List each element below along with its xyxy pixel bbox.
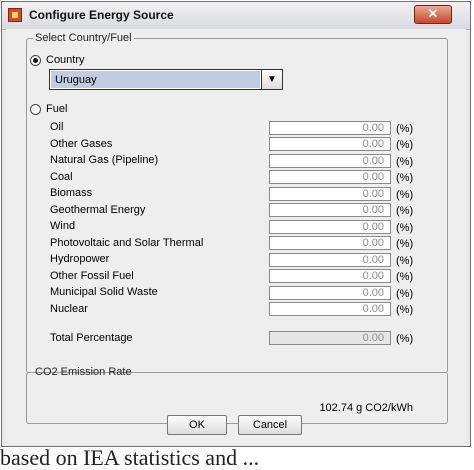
select-group-legend: Select Country/Fuel: [35, 32, 132, 44]
fuel-label-natural-gas: Natural Gas (Pipeline): [50, 154, 159, 166]
page-caption: based on IEA statistics and ...: [0, 448, 260, 470]
fuel-label-other-fossil: Other Fossil Fuel: [50, 270, 134, 282]
app-icon: [8, 8, 22, 22]
fuel-radio[interactable]: [30, 104, 41, 115]
fuel-input-wind[interactable]: 0.00: [269, 220, 391, 234]
fuel-unit: (%): [396, 222, 414, 234]
fuel-input-geothermal[interactable]: 0.00: [269, 203, 391, 217]
fuel-input-hydropower[interactable]: 0.00: [269, 253, 391, 267]
fuel-label-geothermal: Geothermal Energy: [50, 204, 146, 216]
country-select-highlight: Uruguay: [51, 71, 260, 88]
title-bar[interactable]: Configure Energy Source ✕: [2, 2, 470, 30]
fuel-unit: (%): [396, 271, 414, 283]
fuel-label-biomass: Biomass: [50, 187, 93, 199]
chevron-down-icon[interactable]: ▼: [261, 70, 282, 89]
country-radio[interactable]: [30, 55, 41, 66]
fuel-unit: (%): [396, 238, 414, 250]
total-percentage-unit: (%): [396, 333, 414, 345]
country-radio-label: Country: [46, 54, 85, 66]
country-select-value: Uruguay: [55, 74, 97, 86]
fuel-label-wind: Wind: [50, 220, 76, 232]
co2-emission-group: CO2 Emission Rate 102.74 g CO2/kWh: [26, 366, 448, 424]
fuel-unit: (%): [396, 205, 414, 217]
fuel-unit: (%): [396, 189, 414, 201]
fuel-label-coal: Coal: [50, 171, 73, 183]
fuel-input-oil[interactable]: 0.00: [269, 121, 391, 135]
configure-energy-dialog: Configure Energy Source ✕ Select Country…: [1, 1, 471, 447]
fuel-unit: (%): [396, 172, 414, 184]
fuel-unit: (%): [396, 156, 414, 168]
close-button[interactable]: ✕: [414, 5, 452, 24]
fuel-input-other-gases[interactable]: 0.00: [269, 137, 391, 151]
fuel-label-municipal-waste: Municipal Solid Waste: [50, 286, 158, 298]
fuel-label-oil: Oil: [50, 121, 64, 133]
fuel-input-biomass[interactable]: 0.00: [269, 187, 391, 201]
fuel-label-nuclear: Nuclear: [50, 303, 88, 315]
fuel-label-hydropower: Hydropower: [50, 253, 110, 265]
total-percentage-field: 0.00: [269, 331, 391, 345]
fuel-input-natural-gas[interactable]: 0.00: [269, 154, 391, 168]
fuel-label-other-gases: Other Gases: [50, 138, 113, 150]
co2-emission-value: 102.74 g CO2/kWh: [319, 402, 413, 414]
fuel-input-photovoltaic[interactable]: 0.00: [269, 236, 391, 250]
fuel-input-municipal-waste[interactable]: 0.00: [269, 286, 391, 300]
fuel-unit: (%): [396, 255, 414, 267]
fuel-label-photovoltaic: Photovoltaic and Solar Thermal: [50, 237, 204, 249]
country-select[interactable]: Uruguay ▼: [49, 69, 283, 90]
fuel-input-other-fossil[interactable]: 0.00: [269, 269, 391, 283]
dialog-body: Select Country/Fuel Country Uruguay ▼ Fu…: [6, 29, 466, 445]
total-percentage-label: Total Percentage: [50, 332, 133, 344]
fuel-unit: (%): [396, 304, 414, 316]
fuel-unit: (%): [396, 139, 414, 151]
fuel-unit: (%): [396, 288, 414, 300]
dialog-title: Configure Energy Source: [29, 8, 174, 22]
fuel-input-coal[interactable]: 0.00: [269, 170, 391, 184]
fuel-radio-label: Fuel: [46, 103, 68, 115]
fuel-input-nuclear[interactable]: 0.00: [269, 302, 391, 316]
co2-group-legend: CO2 Emission Rate: [35, 366, 132, 378]
ok-button[interactable]: OK: [167, 415, 227, 435]
fuel-unit: (%): [396, 123, 414, 135]
cancel-button[interactable]: Cancel: [238, 415, 302, 435]
